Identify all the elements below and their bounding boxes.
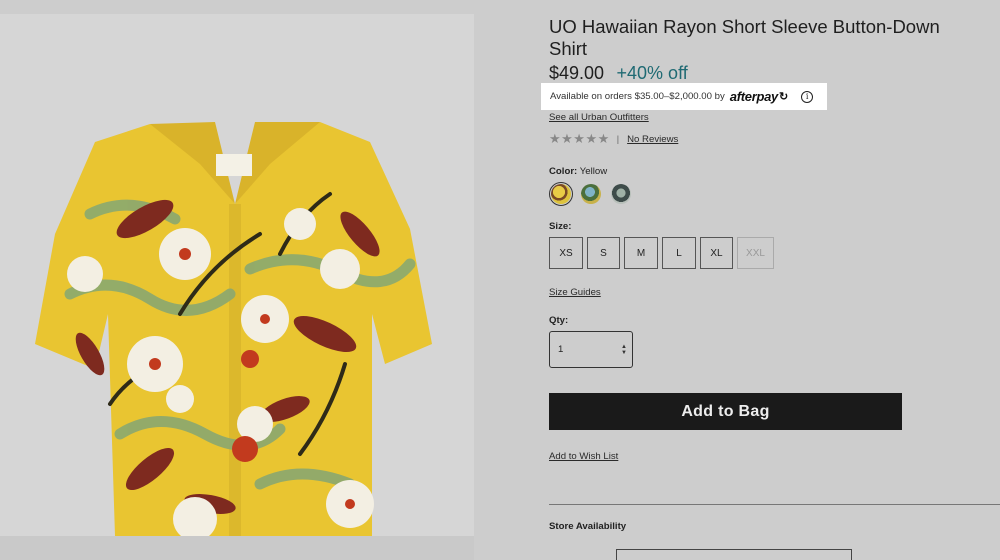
hawaiian-shirt-illustration	[0, 14, 474, 536]
price-row: $49.00 +40% off	[549, 63, 688, 84]
section-divider	[549, 504, 1000, 505]
product-image[interactable]	[0, 14, 474, 536]
color-label-title: Color:	[549, 166, 578, 177]
color-label: Color: Yellow	[549, 166, 607, 177]
size-option-xxl: XXL	[737, 237, 774, 269]
product-title: UO Hawaiian Rayon Short Sleeve Button-Do…	[549, 16, 940, 59]
size-option-s[interactable]: S	[587, 237, 620, 269]
size-option-xs[interactable]: XS	[549, 237, 583, 269]
afterpay-badge-icon: ↻	[778, 91, 789, 103]
size-guides-link[interactable]: Size Guides	[549, 287, 601, 298]
color-swatch-yellow[interactable]	[549, 182, 573, 206]
color-selected-value: Yellow	[579, 166, 608, 177]
store-search-input[interactable]	[616, 549, 852, 560]
color-swatch-grey[interactable]	[611, 184, 631, 204]
see-all-brand-link[interactable]: See all Urban Outfitters	[549, 112, 649, 123]
store-availability-heading: Store Availability	[549, 521, 627, 532]
product-price: $49.00	[549, 63, 605, 83]
reviews-link[interactable]: No Reviews	[627, 134, 678, 145]
image-bottom-strip	[0, 536, 474, 560]
add-to-bag-button[interactable]: Add to Bag	[549, 393, 902, 430]
afterpay-banner: Available on orders $35.00–$2,000.00 by …	[541, 83, 827, 110]
rating-separator: |	[616, 134, 620, 144]
size-option-xl[interactable]: XL	[700, 237, 733, 269]
info-icon[interactable]: i	[801, 90, 814, 103]
size-label: Size:	[549, 221, 572, 232]
add-to-wish-list-link[interactable]: Add to Wish List	[549, 451, 618, 462]
discount-badge: +40% off	[616, 63, 688, 83]
star-rating-icon: ★★★★★	[549, 131, 610, 146]
select-arrows-icon: ▲ ▼	[621, 344, 627, 356]
quantity-select[interactable]: 1 ▲ ▼	[549, 331, 633, 368]
afterpay-logo: afterpay	[729, 89, 778, 104]
arrow-down-icon: ▼	[621, 349, 627, 356]
rating-row: ★★★★★ | No Reviews	[549, 131, 678, 147]
color-swatch-blue[interactable]	[581, 184, 601, 204]
size-option-l[interactable]: L	[662, 237, 696, 269]
qty-label: Qty:	[549, 315, 569, 326]
afterpay-text: Available on orders $35.00–$2,000.00 by	[550, 91, 725, 102]
quantity-value: 1	[558, 344, 564, 355]
size-option-m[interactable]: M	[624, 237, 658, 269]
